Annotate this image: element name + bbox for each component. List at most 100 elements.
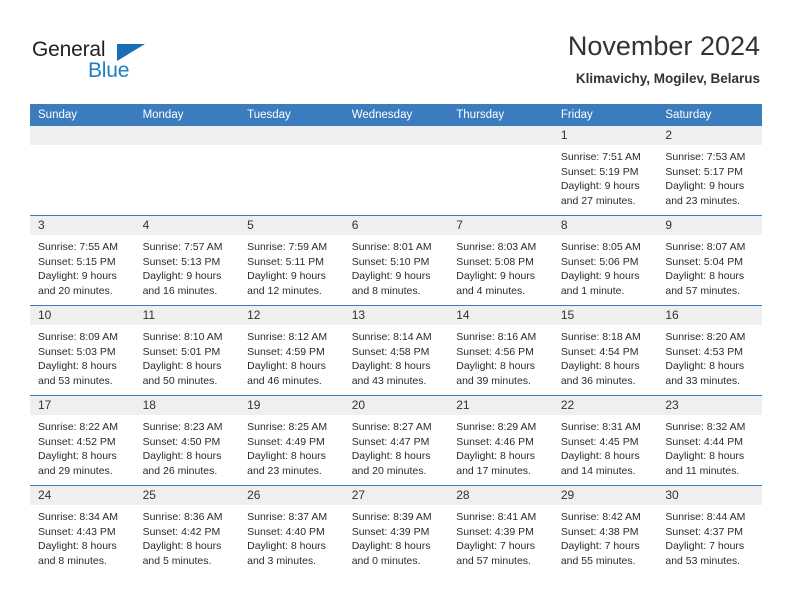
sunrise-text: Sunrise: 8:10 AM bbox=[142, 331, 223, 343]
daylight-text-line2: and 23 minutes. bbox=[247, 464, 322, 477]
day-cell[interactable]: 16 Sunrise: 8:20 AM Sunset: 4:53 PM Dayligh… bbox=[657, 305, 762, 396]
day-cell[interactable]: 23 Sunrise: 8:32 AM Sunset: 4:44 PM Dayligh… bbox=[657, 395, 762, 486]
day-number: 20 bbox=[343, 396, 449, 415]
daylight-text-line1: Daylight: 9 hours bbox=[142, 270, 222, 283]
day-cell[interactable]: 1 Sunrise: 7:51 AM Sunset: 5:19 PM Daylight… bbox=[552, 126, 658, 216]
day-cell[interactable]: 9 Sunrise: 8:07 AM Sunset: 5:04 PM Daylight… bbox=[657, 215, 762, 306]
daylight-text-line2: and 39 minutes. bbox=[456, 374, 531, 387]
day-cell[interactable]: 29 Sunrise: 8:42 AM Sunset: 4:38 PM Dayligh… bbox=[552, 485, 658, 575]
day-number: 15 bbox=[552, 306, 658, 325]
daylight-text-line1: Daylight: 7 hours bbox=[665, 540, 745, 553]
day-cell[interactable]: 15 Sunrise: 8:18 AM Sunset: 4:54 PM Dayligh… bbox=[552, 305, 658, 396]
daylight-text-line1: Daylight: 8 hours bbox=[142, 540, 222, 553]
sunrise-text: Sunrise: 8:27 AM bbox=[351, 421, 432, 433]
day-number: 27 bbox=[343, 486, 449, 505]
sunrise-text: Sunrise: 8:37 AM bbox=[247, 511, 328, 523]
sunrise-text: Sunrise: 7:57 AM bbox=[142, 241, 223, 253]
day-cell[interactable]: 20 Sunrise: 8:27 AM Sunset: 4:47 PM Dayligh… bbox=[343, 395, 449, 486]
daylight-text-line2: and 4 minutes. bbox=[456, 284, 526, 297]
sunrise-text: Sunrise: 8:32 AM bbox=[665, 421, 746, 433]
sunset-text: Sunset: 5:15 PM bbox=[38, 255, 116, 268]
day-number bbox=[134, 126, 240, 145]
day-cell[interactable]: 10 Sunrise: 8:09 AM Sunset: 5:03 PM Dayligh… bbox=[30, 305, 135, 396]
day-cell[interactable]: 27 Sunrise: 8:39 AM Sunset: 4:39 PM Dayligh… bbox=[343, 485, 449, 575]
daylight-text-line1: Daylight: 8 hours bbox=[38, 540, 117, 553]
day-cell[interactable]: 13 Sunrise: 8:14 AM Sunset: 4:58 PM Dayligh… bbox=[343, 305, 449, 396]
week-row: 17 Sunrise: 8:22 AM Sunset: 4:52 PM Dayligh… bbox=[30, 395, 762, 486]
sunset-text: Sunset: 5:03 PM bbox=[38, 345, 116, 358]
day-cell[interactable]: 28 Sunrise: 8:41 AM Sunset: 4:39 PM Dayligh… bbox=[448, 485, 553, 575]
day-number: 7 bbox=[448, 216, 553, 235]
day-cell[interactable]: 22 Sunrise: 8:31 AM Sunset: 4:45 PM Dayligh… bbox=[552, 395, 658, 486]
sunrise-text: Sunrise: 8:18 AM bbox=[560, 331, 641, 343]
sunset-text: Sunset: 4:59 PM bbox=[247, 345, 325, 358]
day-number bbox=[239, 126, 344, 145]
day-cell[interactable]: 12 Sunrise: 8:12 AM Sunset: 4:59 PM Dayligh… bbox=[239, 305, 344, 396]
daylight-text-line1: Daylight: 8 hours bbox=[247, 540, 326, 553]
day-cell[interactable]: 14 Sunrise: 8:16 AM Sunset: 4:56 PM Dayligh… bbox=[448, 305, 553, 396]
week-row: 3 Sunrise: 7:55 AM Sunset: 5:15 PM Daylight… bbox=[30, 215, 762, 306]
brand-logo[interactable]: General Blue bbox=[32, 38, 252, 90]
day-number: 5 bbox=[239, 216, 344, 235]
day-number: 23 bbox=[657, 396, 762, 415]
sunrise-text: Sunrise: 8:44 AM bbox=[665, 511, 746, 523]
daylight-text-line1: Daylight: 8 hours bbox=[456, 450, 536, 463]
daylight-text-line1: Daylight: 8 hours bbox=[38, 450, 117, 463]
sunset-text: Sunset: 4:54 PM bbox=[560, 345, 639, 358]
daylight-text-line1: Daylight: 7 hours bbox=[456, 540, 536, 553]
daylight-text-line2: and 29 minutes. bbox=[38, 464, 113, 477]
calendar-page: General Blue November 2024 Klimavichy, M… bbox=[0, 0, 792, 612]
daylight-text-line1: Daylight: 8 hours bbox=[560, 450, 640, 463]
day-cell[interactable]: 17 Sunrise: 8:22 AM Sunset: 4:52 PM Dayligh… bbox=[30, 395, 135, 486]
day-cell[interactable]: 7 Sunrise: 8:03 AM Sunset: 5:08 PM Daylight… bbox=[448, 215, 553, 306]
day-cell-empty bbox=[343, 126, 449, 216]
day-number: 26 bbox=[239, 486, 344, 505]
day-number: 8 bbox=[552, 216, 658, 235]
weekday-header-wednesday: Wednesday bbox=[343, 104, 449, 126]
day-number: 14 bbox=[448, 306, 553, 325]
sunset-text: Sunset: 4:44 PM bbox=[665, 435, 744, 448]
weekday-header-row: Sunday Monday Tuesday Wednesday Thursday… bbox=[30, 104, 762, 126]
sunset-text: Sunset: 4:53 PM bbox=[665, 345, 744, 358]
weekday-header-sunday: Sunday bbox=[30, 104, 135, 126]
page-title: November 2024 bbox=[567, 31, 760, 61]
day-cell[interactable]: 21 Sunrise: 8:29 AM Sunset: 4:46 PM Dayligh… bbox=[448, 395, 553, 486]
day-number: 4 bbox=[134, 216, 240, 235]
day-cell[interactable]: 8 Sunrise: 8:05 AM Sunset: 5:06 PM Daylight… bbox=[552, 215, 658, 306]
daylight-text-line2: and 11 minutes. bbox=[665, 464, 740, 477]
day-cell[interactable]: 4 Sunrise: 7:57 AM Sunset: 5:13 PM Daylight… bbox=[134, 215, 240, 306]
day-number: 6 bbox=[343, 216, 449, 235]
daylight-text-line2: and 20 minutes. bbox=[351, 464, 427, 477]
daylight-text-line1: Daylight: 8 hours bbox=[142, 450, 222, 463]
day-number: 10 bbox=[30, 306, 135, 325]
day-cell[interactable]: 30 Sunrise: 8:44 AM Sunset: 4:37 PM Dayligh… bbox=[657, 485, 762, 575]
sunrise-text: Sunrise: 8:22 AM bbox=[38, 421, 118, 433]
day-number: 19 bbox=[239, 396, 344, 415]
day-cell[interactable]: 6 Sunrise: 8:01 AM Sunset: 5:10 PM Daylight… bbox=[343, 215, 449, 306]
day-cell[interactable]: 2 Sunrise: 7:53 AM Sunset: 5:17 PM Daylight… bbox=[657, 126, 762, 216]
day-cell[interactable]: 24 Sunrise: 8:34 AM Sunset: 4:43 PM Dayligh… bbox=[30, 485, 135, 575]
weekday-header-monday: Monday bbox=[134, 104, 240, 126]
sunrise-text: Sunrise: 8:20 AM bbox=[665, 331, 746, 343]
daylight-text-line1: Daylight: 9 hours bbox=[38, 270, 117, 283]
sunset-text: Sunset: 4:42 PM bbox=[142, 525, 221, 538]
day-cell[interactable]: 5 Sunrise: 7:59 AM Sunset: 5:11 PM Daylight… bbox=[239, 215, 344, 306]
day-cell[interactable]: 11 Sunrise: 8:10 AM Sunset: 5:01 PM Dayligh… bbox=[134, 305, 240, 396]
daylight-text-line2: and 8 minutes. bbox=[351, 284, 421, 297]
day-number bbox=[448, 126, 553, 145]
sunrise-text: Sunrise: 8:01 AM bbox=[351, 241, 432, 253]
sunrise-sunset-calendar: Sunday Monday Tuesday Wednesday Thursday… bbox=[30, 104, 762, 575]
sunrise-text: Sunrise: 8:14 AM bbox=[351, 331, 432, 343]
day-number: 11 bbox=[134, 306, 240, 325]
day-cell[interactable]: 25 Sunrise: 8:36 AM Sunset: 4:42 PM Dayligh… bbox=[134, 485, 240, 575]
daylight-text-line2: and 0 minutes. bbox=[351, 554, 421, 567]
day-cell[interactable]: 26 Sunrise: 8:37 AM Sunset: 4:40 PM Dayligh… bbox=[239, 485, 344, 575]
day-cell[interactable]: 18 Sunrise: 8:23 AM Sunset: 4:50 PM Dayligh… bbox=[134, 395, 240, 486]
day-cell[interactable]: 3 Sunrise: 7:55 AM Sunset: 5:15 PM Daylight… bbox=[30, 215, 135, 306]
weekday-header-friday: Friday bbox=[552, 104, 658, 126]
sunset-text: Sunset: 4:43 PM bbox=[38, 525, 116, 538]
sunrise-text: Sunrise: 7:59 AM bbox=[247, 241, 328, 253]
day-cell[interactable]: 19 Sunrise: 8:25 AM Sunset: 4:49 PM Dayligh… bbox=[239, 395, 344, 486]
daylight-text-line2: and 17 minutes. bbox=[456, 464, 531, 477]
day-number: 24 bbox=[30, 486, 135, 505]
